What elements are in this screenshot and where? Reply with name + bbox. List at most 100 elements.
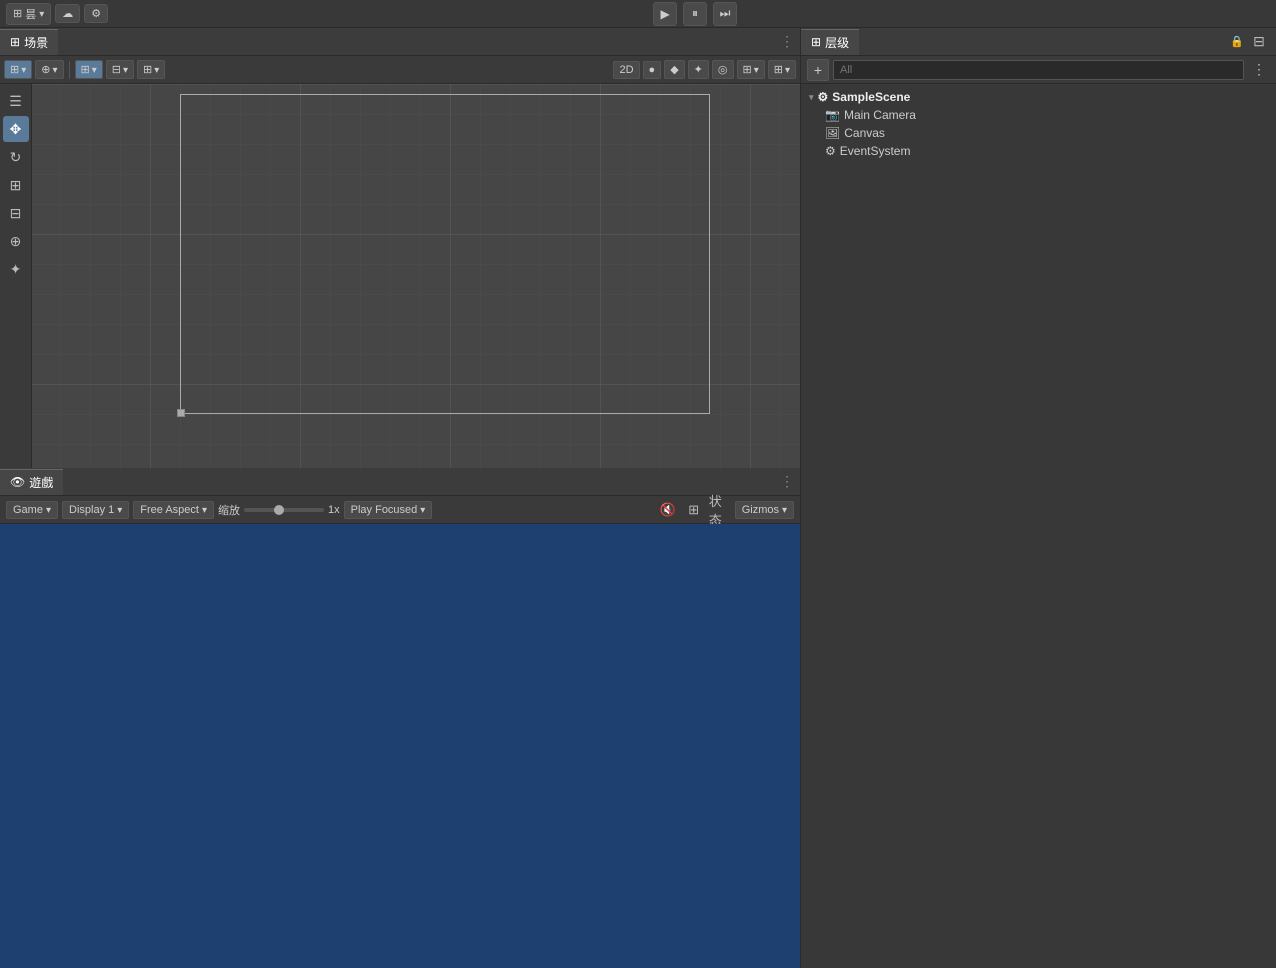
transform-icon: ⊞ [81, 63, 90, 76]
gizmos-dropdown[interactable]: Gizmos [735, 501, 794, 519]
pause-button[interactable]: ⏸ [683, 2, 707, 26]
step-icon: ⏭ [720, 6, 731, 21]
hierarchy-item-event-system[interactable]: ⚙ EventSystem [817, 142, 1276, 160]
aspect-dropdown[interactable]: Free Aspect [133, 501, 214, 519]
persp-label: 2D [619, 64, 633, 76]
camera-icon: 📷 [825, 108, 840, 122]
scene-canvas-outline [180, 94, 710, 414]
fx-btn[interactable]: ✦ [688, 60, 709, 79]
scene-tab-label: 场景 [24, 34, 48, 51]
display-icon: ⊞ [743, 63, 752, 76]
event-system-icon: ⚙ [825, 144, 836, 158]
game-viewport [0, 524, 800, 968]
status-btn[interactable]: 状态 [709, 499, 731, 521]
light-btn[interactable]: ● [643, 61, 662, 79]
scene-arrow-icon: ▾ [809, 92, 814, 103]
scale-slider[interactable] [244, 508, 324, 512]
hierarchy-collapse-btn[interactable]: ⊟ [1248, 31, 1270, 53]
right-panel: ⊞ 层级 🔒 ⊟ + ⋮ ▾ ⚙ SampleScene [800, 28, 1276, 968]
settings-icon: ⚙ [91, 7, 101, 20]
grid2-btn[interactable]: ⊞ [137, 60, 165, 79]
play-focused-dropdown[interactable]: Play Focused [344, 501, 433, 519]
grid2-chevron [154, 64, 159, 76]
cloud-btn[interactable]: ☁ [55, 4, 80, 23]
game-tab-eye-icon: 👁 [10, 475, 25, 489]
game-label-chevron [46, 504, 51, 516]
grid-icon: ⊞ [10, 63, 19, 76]
scene-origin-handle[interactable] [177, 409, 185, 417]
game-tab-bar: 👁 遊戲 ⋮ [0, 468, 800, 496]
mute-icon: 🔇 [660, 502, 676, 518]
light-icon: ● [649, 64, 656, 76]
pause-icon: ⏸ [692, 6, 698, 21]
scene-viewport: ☰ ✥ ↻ ⊞ ⊟ ⊕ ✦ [0, 84, 800, 468]
hierarchy-lock-btn[interactable]: 🔒 [1230, 35, 1244, 48]
hierarchy-search-input[interactable] [833, 60, 1244, 80]
mode-label: 昙 [25, 6, 36, 22]
scene-menu-btn[interactable]: ⋮ [774, 31, 800, 52]
mode-chevron [39, 8, 44, 20]
hierarchy-item-main-camera[interactable]: 📷 Main Camera [817, 106, 1276, 124]
display-label: Display 1 [69, 504, 114, 516]
stats-icon: ⊞ [688, 502, 699, 518]
aspect-label: Free Aspect [140, 504, 199, 516]
hide-icon: ◎ [718, 63, 728, 76]
main-area: ⊞ 场景 ⋮ ⊞ ⊕ ⊞ ⊟ [0, 28, 1276, 968]
play-focused-label: Play Focused [351, 504, 418, 516]
game-label-dropdown[interactable]: Game [6, 501, 58, 519]
display-dropdown[interactable]: Display 1 [62, 501, 129, 519]
status-label: 状态 [709, 491, 731, 529]
play-button[interactable]: ▶ [653, 2, 677, 26]
play-focused-chevron [420, 504, 425, 516]
audio-btn[interactable]: ◆ [664, 60, 684, 79]
scene-toolbar: ⊞ ⊕ ⊞ ⊟ ⊞ 2D [0, 56, 800, 84]
gizmos-btn[interactable]: ⊞ [768, 60, 796, 79]
gizmos-icon: ⊞ [774, 63, 783, 76]
rect-chevron [123, 64, 128, 76]
game-menu-btn[interactable]: ⋮ [774, 471, 800, 492]
hierarchy-children: 📷 Main Camera 🖼 Canvas ⚙ EventSystem [801, 106, 1276, 160]
event-system-label: EventSystem [840, 144, 911, 158]
transform-chevron [92, 64, 97, 76]
sep1 [69, 61, 70, 79]
hierarchy-options-btn[interactable]: ⋮ [1248, 59, 1270, 81]
display-btn[interactable]: ⊞ [737, 60, 765, 79]
hierarchy-tab[interactable]: ⊞ 层级 [801, 29, 859, 55]
display-chevron [117, 504, 122, 516]
globe-btn[interactable]: ⊕ [35, 60, 63, 79]
rect-btn[interactable]: ⊟ [106, 60, 134, 79]
grid-chevron [21, 64, 26, 76]
mute-btn[interactable]: 🔇 [657, 499, 679, 521]
globe-icon: ⊕ [41, 63, 50, 76]
hierarchy-content: ▾ ⚙ SampleScene 📷 Main Camera 🖼 Canvas ⚙… [801, 84, 1276, 968]
scene-icon: ⚙ [818, 90, 829, 104]
play-icon: ▶ [660, 7, 669, 21]
scene-tab[interactable]: ⊞ 场景 [0, 29, 58, 55]
hierarchy-scene-root[interactable]: ▾ ⚙ SampleScene [801, 88, 1276, 106]
top-bar: ⊞ 昙 ☁ ⚙ ▶ ⏸ ⏭ [0, 0, 1276, 28]
scale-slider-thumb [274, 505, 284, 515]
scene-name: SampleScene [832, 90, 910, 104]
hide-btn[interactable]: ◎ [712, 60, 734, 79]
transform-btn[interactable]: ⊞ [75, 60, 103, 79]
game-label: Game [13, 504, 43, 516]
cloud-icon: ☁ [62, 7, 73, 20]
settings-btn[interactable]: ⚙ [84, 4, 108, 23]
grid-toggle-btn[interactable]: ⊞ [4, 60, 32, 79]
step-button[interactable]: ⏭ [713, 2, 737, 26]
gizmos-label: Gizmos [742, 504, 779, 516]
display-chevron [754, 64, 759, 76]
hierarchy-tab-label: 层级 [825, 34, 849, 51]
grid2-icon: ⊞ [143, 63, 152, 76]
game-tab-label: 遊戲 [29, 474, 53, 491]
gizmos-chevron [785, 64, 790, 76]
hierarchy-item-canvas[interactable]: 🖼 Canvas [817, 124, 1276, 142]
hierarchy-add-btn[interactable]: + [807, 59, 829, 81]
stats-btn[interactable]: ⊞ [683, 499, 705, 521]
game-tab[interactable]: 👁 遊戲 [0, 469, 63, 495]
persp-2d-btn[interactable]: 2D [613, 61, 639, 79]
game-toolbar: Game Display 1 Free Aspect 缩放 1x [0, 496, 800, 524]
scene-tab-bar: ⊞ 场景 ⋮ [0, 28, 800, 56]
mode-dropdown[interactable]: ⊞ 昙 [6, 3, 51, 25]
left-panel: ⊞ 场景 ⋮ ⊞ ⊕ ⊞ ⊟ [0, 28, 800, 968]
